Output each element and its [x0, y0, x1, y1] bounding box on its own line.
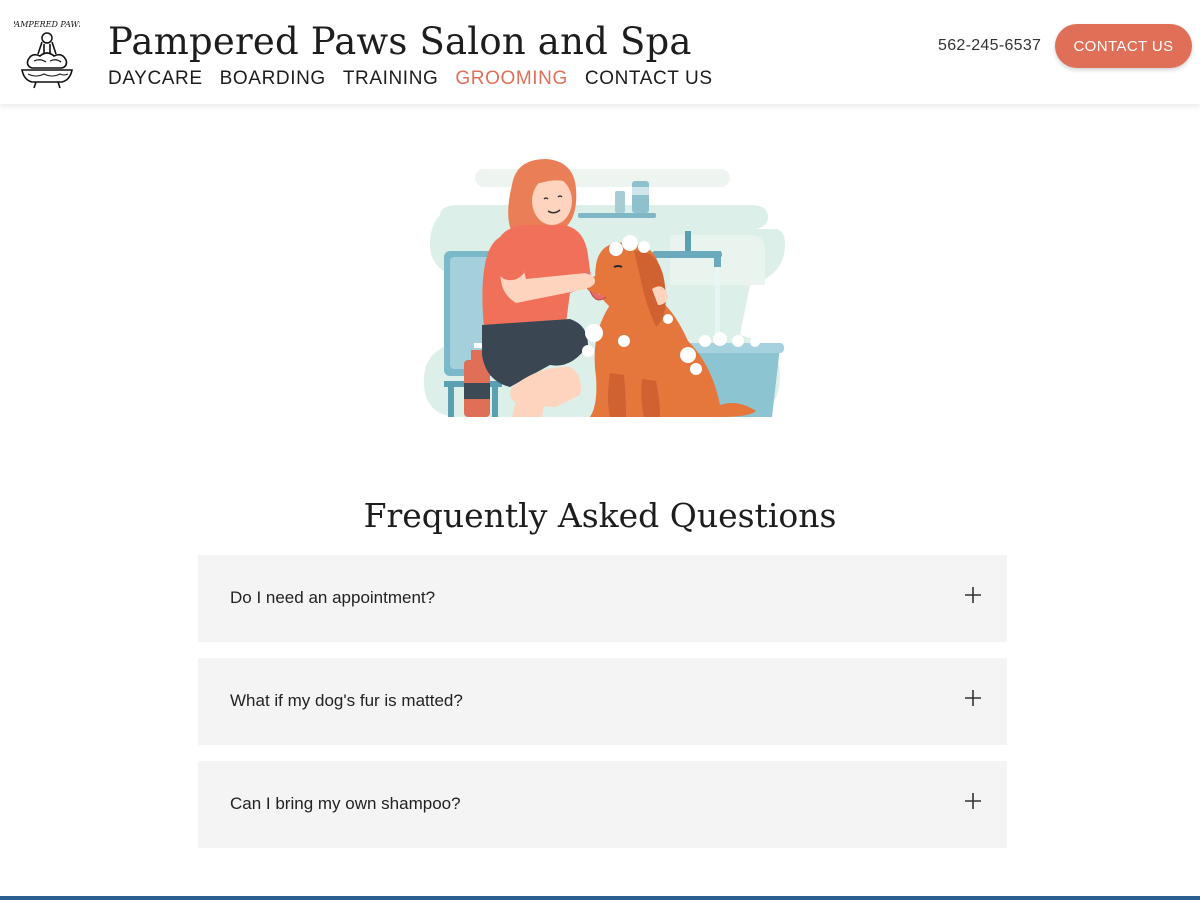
nav-item-daycare[interactable]: DAYCARE — [108, 68, 203, 90]
dog-grooming-illustration — [423, 159, 785, 417]
faq-title: Frequently Asked Questions — [363, 496, 837, 535]
faq-question: Do I need an appointment? — [230, 588, 436, 607]
nav-item-boarding[interactable]: BOARDING — [220, 68, 326, 90]
site-header: PAMPERED PAWS Pampered Paws Salon and Sp… — [0, 0, 1200, 104]
faq-item-own-shampoo[interactable]: Can I bring my own shampoo? — [198, 761, 1007, 848]
site-title[interactable]: Pampered Paws Salon and Spa — [108, 20, 692, 63]
plus-icon[interactable] — [963, 791, 983, 811]
footer-bar — [0, 896, 1200, 900]
plus-icon[interactable] — [963, 585, 983, 605]
faq-list: Do I need an appointment? What if my dog… — [198, 555, 1007, 864]
faq-item-matted-fur[interactable]: What if my dog's fur is matted? — [198, 658, 1007, 745]
plus-icon[interactable] — [963, 688, 983, 708]
pampered-paws-logo[interactable]: PAMPERED PAWS — [14, 16, 80, 90]
nav-item-grooming[interactable]: GROOMING — [455, 68, 567, 90]
nav-item-training[interactable]: TRAINING — [343, 68, 439, 90]
faq-question: Can I bring my own shampoo? — [230, 794, 461, 813]
nav-item-contact-us[interactable]: CONTACT US — [585, 68, 713, 90]
main-nav: DAYCARE BOARDING TRAINING GROOMING CONTA… — [108, 68, 713, 90]
faq-question: What if my dog's fur is matted? — [230, 691, 463, 710]
faq-item-appointment[interactable]: Do I need an appointment? — [198, 555, 1007, 642]
logo-text: PAMPERED PAWS — [14, 20, 80, 29]
phone-number[interactable]: 562-245-6537 — [938, 37, 1041, 55]
contact-us-button[interactable]: CONTACT US — [1055, 24, 1192, 68]
